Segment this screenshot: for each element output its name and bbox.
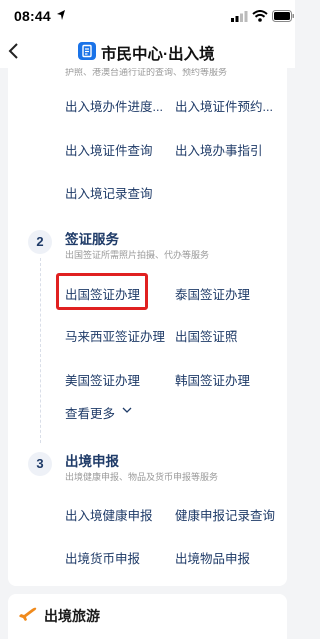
outbound-travel-card[interactable]: 出境旅游 xyxy=(8,594,287,639)
status-bar: 08:44 xyxy=(0,0,295,34)
section1-subtitle: 护照、港澳台通行证的查询、预约等服务 xyxy=(65,68,228,77)
view-more-button[interactable]: 查看更多 xyxy=(65,403,115,422)
highlight-box xyxy=(56,273,148,310)
back-chevron-icon[interactable] xyxy=(6,42,22,60)
section-title-declaration: 出境申报 xyxy=(65,454,119,469)
section-subtitle-declaration: 出境健康申报、物品及货币申报等服务 xyxy=(65,472,219,482)
airplane-icon xyxy=(19,607,37,621)
section-divider xyxy=(40,258,41,443)
link-entry-exit-records[interactable]: 出入境记录查询 xyxy=(65,183,153,202)
section-subtitle-visa: 出国签证所需照片拍摄、代办等服务 xyxy=(65,250,210,260)
app-logo xyxy=(78,42,96,60)
link-document-appointment[interactable]: 出入境证件预约... xyxy=(175,96,273,115)
outbound-travel-title: 出境旅游 xyxy=(44,608,100,624)
section-number-3: 3 xyxy=(28,452,52,476)
section-title-visa: 签证服务 xyxy=(65,232,119,247)
wifi-icon xyxy=(252,10,268,22)
link-malaysia-visa[interactable]: 马来西亚签证办理 xyxy=(65,326,165,345)
status-time: 08:44 xyxy=(14,8,51,24)
location-arrow-icon xyxy=(57,10,65,20)
link-usa-visa[interactable]: 美国签证办理 xyxy=(65,370,140,389)
link-goods-declaration[interactable]: 出境物品申报 xyxy=(175,548,250,567)
link-thailand-visa[interactable]: 泰国签证办理 xyxy=(175,284,250,303)
nav-bar: 市民中心·出入境 xyxy=(0,34,295,68)
document-icon xyxy=(82,44,92,58)
page-title: 市民中心·出入境 xyxy=(101,46,215,63)
battery-icon xyxy=(272,10,294,22)
link-korea-visa[interactable]: 韩国签证办理 xyxy=(175,370,250,389)
link-health-declaration[interactable]: 出入境健康申报 xyxy=(65,505,153,524)
link-health-declaration-records[interactable]: 健康申报记录查询 xyxy=(175,505,275,524)
link-entry-exit-progress[interactable]: 出入境办件进度... xyxy=(65,96,163,115)
cellular-signal-icon xyxy=(231,11,248,22)
chevron-down-icon[interactable] xyxy=(122,407,132,414)
section-number-2: 2 xyxy=(28,230,52,254)
link-document-query[interactable]: 出入境证件查询 xyxy=(65,140,153,159)
link-entry-exit-guide[interactable]: 出入境办事指引 xyxy=(175,140,263,159)
services-card: 护照、港澳台通行证的查询、预约等服务 出入境办件进度... 出入境证件预约...… xyxy=(8,68,287,586)
link-visa-photo[interactable]: 出国签证照 xyxy=(175,326,238,345)
link-currency-declaration[interactable]: 出境货币申报 xyxy=(65,548,140,567)
